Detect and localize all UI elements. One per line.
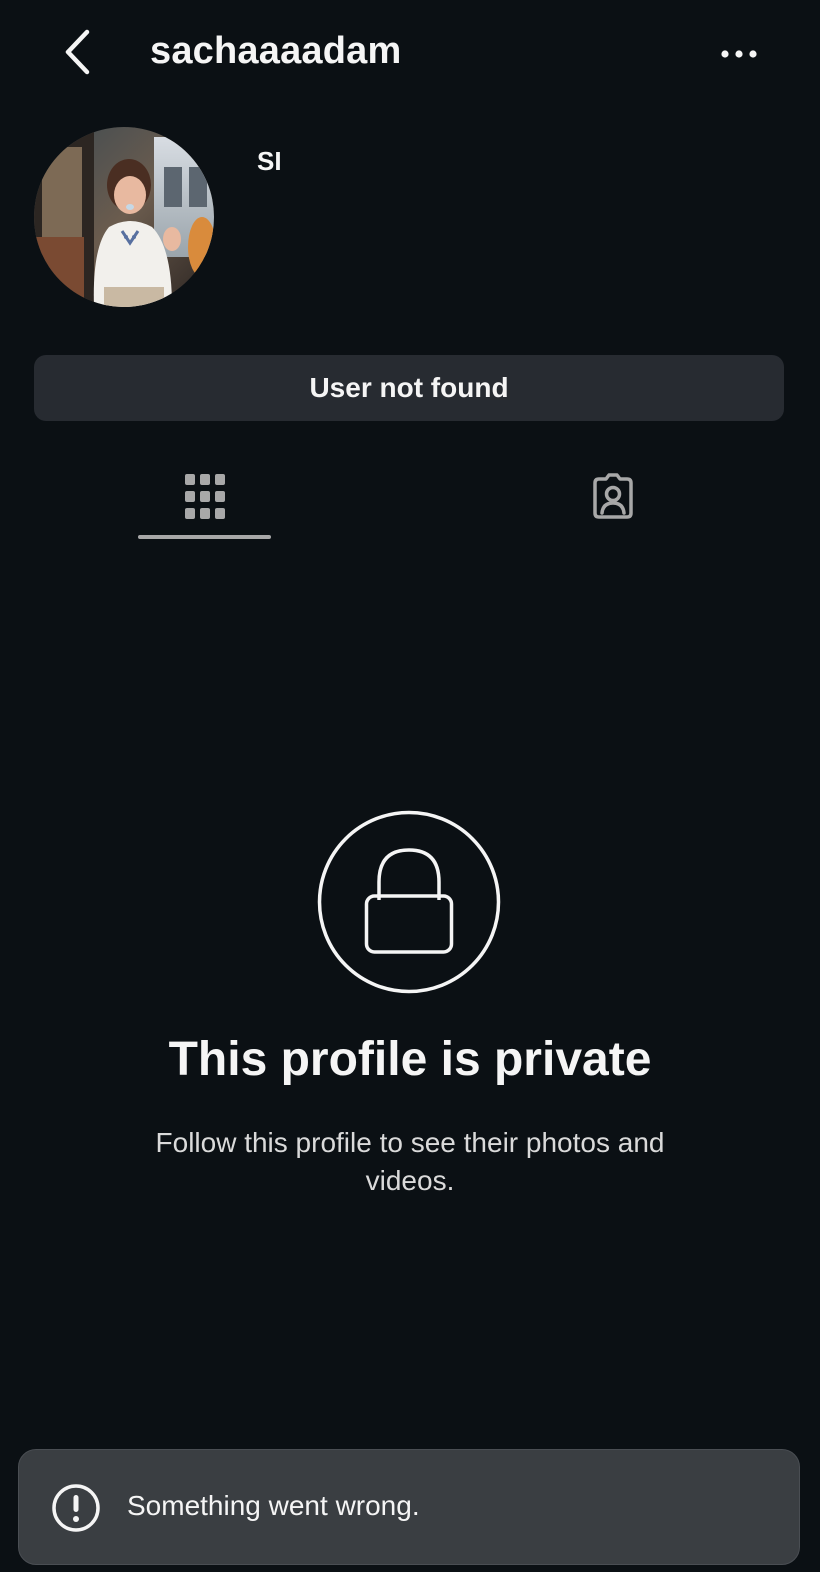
active-tab-indicator [138,535,271,539]
alert-circle-icon [52,1484,100,1532]
tab-grid[interactable] [138,455,271,539]
avatar-photo [34,127,214,307]
toast-message: Something went wrong. [127,1490,420,1521]
profile-header: sachaaaadam [0,0,820,110]
profile-username: sachaaaadam [150,30,402,72]
tab-tagged[interactable] [546,455,679,539]
more-options-button[interactable] [712,34,766,74]
more-horizontal-icon [721,50,757,58]
tagged-person-icon [592,473,633,519]
private-profile-title: This profile is private [168,1033,652,1086]
user-not-found-button[interactable]: User not found [34,355,784,421]
grid-icon [184,474,225,519]
chevron-left-icon [65,29,90,75]
error-toast[interactable]: Something went wrong. [18,1449,800,1565]
profile-tabs [0,455,820,541]
lock-icon [317,810,501,994]
profile-display-name: SI [257,146,282,176]
private-profile-subtitle: Follow this profile to see their photos … [155,1127,665,1196]
avatar[interactable] [34,127,214,307]
back-button[interactable] [52,26,104,78]
